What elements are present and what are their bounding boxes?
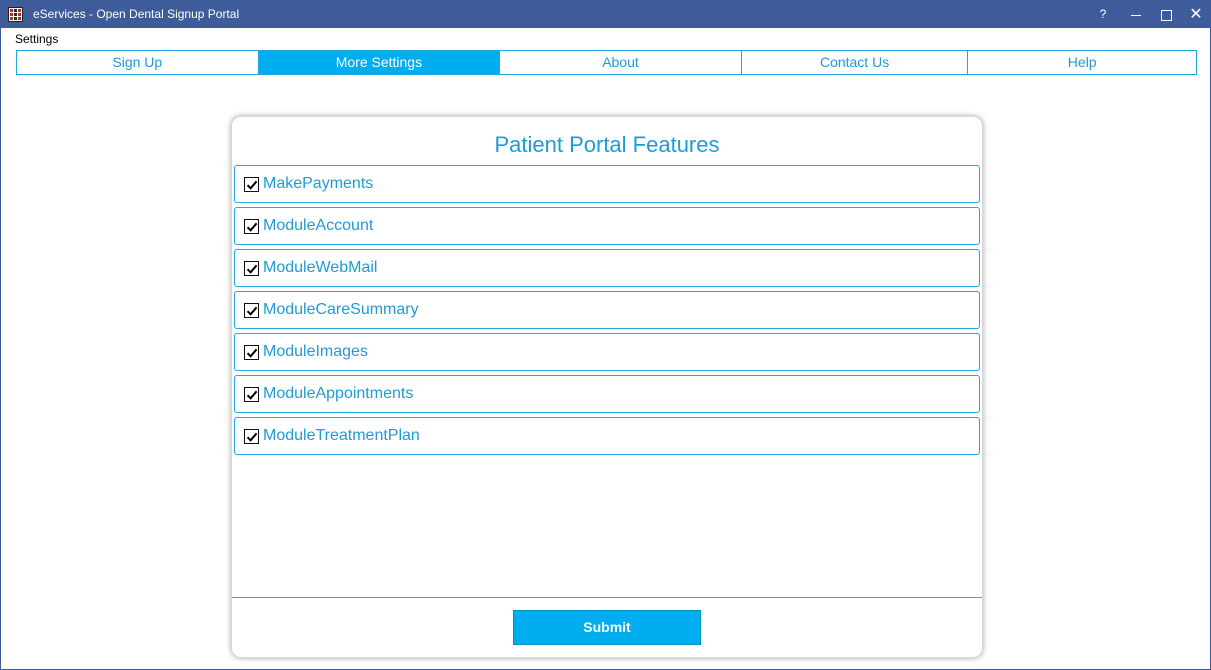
- tab-help[interactable]: Help: [968, 51, 1196, 74]
- app-logo-icon: [8, 7, 23, 22]
- window-title: eServices - Open Dental Signup Portal: [33, 7, 240, 21]
- tab-sign-up[interactable]: Sign Up: [17, 51, 259, 74]
- checkmark-icon: [246, 222, 258, 232]
- card-divider: [232, 597, 982, 598]
- checkbox-module-appointments[interactable]: [244, 387, 259, 402]
- checkbox-module-treatment-plan[interactable]: [244, 429, 259, 444]
- feature-label: ModuleCareSummary: [263, 301, 419, 318]
- checkmark-icon: [246, 264, 258, 274]
- tab-contact-us[interactable]: Contact Us: [742, 51, 969, 74]
- checkmark-icon: [246, 348, 258, 358]
- checkmark-icon: [246, 306, 258, 316]
- features-card: Patient Portal Features MakePayments Mod…: [231, 116, 983, 658]
- checkbox-module-account[interactable]: [244, 219, 259, 234]
- close-button[interactable]: ✕: [1181, 1, 1211, 28]
- tab-bar: Sign Up More Settings About Contact Us H…: [16, 50, 1197, 75]
- checkmark-icon: [246, 432, 258, 442]
- app-window: eServices - Open Dental Signup Portal ? …: [0, 0, 1211, 670]
- checkbox-module-webmail[interactable]: [244, 261, 259, 276]
- checkbox-module-images[interactable]: [244, 345, 259, 360]
- maximize-button[interactable]: [1151, 1, 1181, 28]
- minimize-button[interactable]: [1121, 1, 1151, 28]
- submit-button[interactable]: Submit: [513, 610, 701, 645]
- tab-more-settings[interactable]: More Settings: [258, 51, 501, 74]
- feature-label: ModuleTreatmentPlan: [263, 427, 420, 444]
- feature-row-module-care-summary[interactable]: ModuleCareSummary: [234, 291, 980, 329]
- checkbox-make-payments[interactable]: [244, 177, 259, 192]
- card-title: Patient Portal Features: [494, 132, 720, 157]
- help-button[interactable]: ?: [1088, 1, 1118, 28]
- checkbox-module-care-summary[interactable]: [244, 303, 259, 318]
- feature-row-make-payments[interactable]: MakePayments: [234, 165, 980, 203]
- feature-row-module-images[interactable]: ModuleImages: [234, 333, 980, 371]
- feature-row-module-treatment-plan[interactable]: ModuleTreatmentPlan: [234, 417, 980, 455]
- feature-row-module-appointments[interactable]: ModuleAppointments: [234, 375, 980, 413]
- feature-row-module-account[interactable]: ModuleAccount: [234, 207, 980, 245]
- menu-bar: Settings: [1, 28, 1210, 49]
- feature-label: ModuleImages: [263, 343, 368, 360]
- title-bar[interactable]: eServices - Open Dental Signup Portal ? …: [1, 1, 1210, 28]
- checkmark-icon: [246, 390, 258, 400]
- checkmark-icon: [246, 180, 258, 190]
- feature-label: MakePayments: [263, 175, 374, 192]
- feature-label: ModuleAccount: [263, 217, 374, 234]
- tab-about[interactable]: About: [500, 51, 742, 74]
- menu-item-settings[interactable]: Settings: [15, 32, 58, 46]
- feature-label: ModuleAppointments: [263, 385, 414, 402]
- feature-row-module-webmail[interactable]: ModuleWebMail: [234, 249, 980, 287]
- feature-label: ModuleWebMail: [263, 259, 378, 276]
